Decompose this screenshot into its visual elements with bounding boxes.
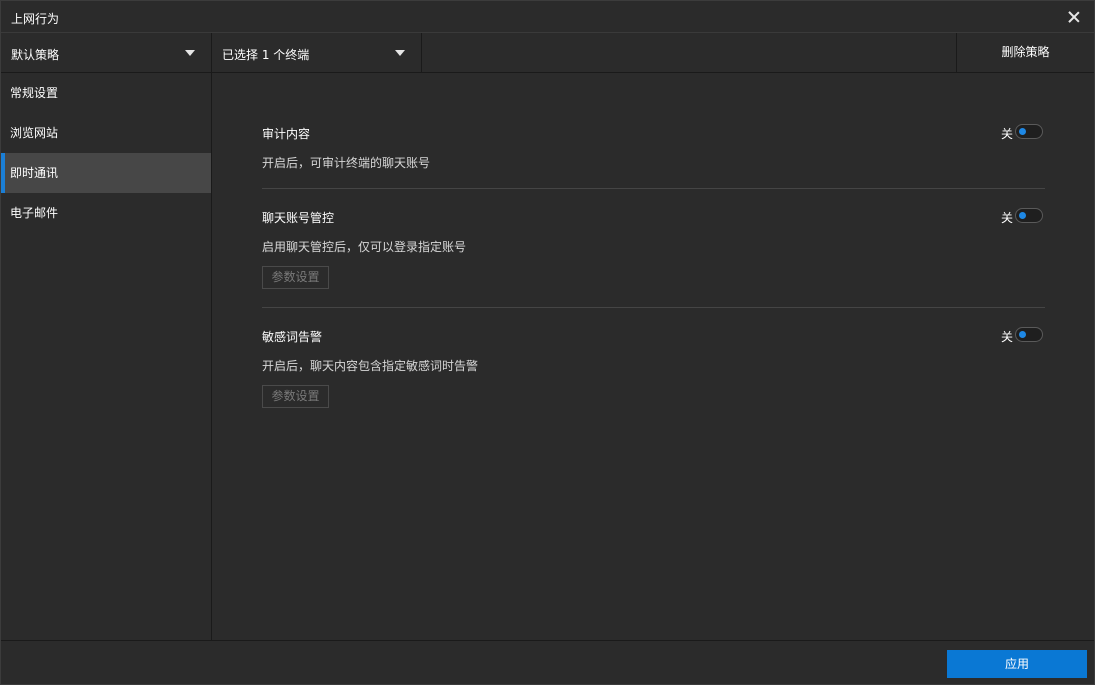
divider	[262, 307, 1045, 308]
chevron-down-icon	[395, 50, 405, 56]
section-description: 启用聊天管控后，仅可以登录指定账号	[262, 240, 467, 254]
section-description: 开启后，可审计终端的聊天账号	[262, 156, 431, 170]
audit-content-toggle[interactable]	[1015, 124, 1043, 139]
close-icon[interactable]	[1066, 9, 1082, 25]
chat-account-control-toggle[interactable]	[1015, 208, 1043, 223]
window-title: 上网行为	[11, 12, 60, 26]
sidebar-item-web-browsing[interactable]: 浏览网站	[1, 113, 211, 153]
section-description: 开启后，聊天内容包含指定敏感词时告警	[262, 359, 479, 373]
section-title: 聊天账号管控	[262, 211, 335, 225]
policy-dropdown-label: 默认策略	[11, 48, 60, 62]
terminal-dropdown[interactable]: 已选择 1 个终端	[212, 33, 422, 72]
toggle-state-label: 关	[1000, 211, 1013, 225]
divider	[262, 188, 1045, 189]
apply-button[interactable]: 应用	[947, 650, 1087, 678]
chevron-down-icon	[185, 50, 195, 56]
sidebar-item-general[interactable]: 常规设置	[1, 73, 211, 113]
sensitive-word-params-button[interactable]: 参数设置	[262, 385, 329, 408]
section-title: 审计内容	[262, 127, 311, 141]
toggle-state-label: 关	[1000, 330, 1013, 344]
sensitive-word-alert-toggle[interactable]	[1015, 327, 1043, 342]
section-sensitive-word-alert: 敏感词告警 关 开启后，聊天内容包含指定敏感词时告警 参数设置	[262, 327, 1045, 418]
section-audit-content: 审计内容 关 开启后，可审计终端的聊天账号	[262, 124, 1045, 185]
toggle-knob	[1019, 331, 1026, 338]
policy-dropdown[interactable]: 默认策略	[1, 33, 212, 72]
toggle-state-label: 关	[1000, 127, 1013, 141]
chat-account-params-button[interactable]: 参数设置	[262, 266, 329, 289]
delete-policy-button[interactable]: 删除策略	[956, 33, 1094, 72]
section-title: 敏感词告警	[262, 330, 323, 344]
app-window: 上网行为 默认策略 已选择 1 个终端 删除策略 常规设置 浏览网站 即时通讯 …	[0, 0, 1095, 685]
sidebar-item-email[interactable]: 电子邮件	[1, 193, 211, 233]
title-bar: 上网行为	[1, 1, 1094, 33]
footer: 应用	[1, 640, 1094, 684]
toggle-knob	[1019, 128, 1026, 135]
sidebar: 常规设置 浏览网站 即时通讯 电子邮件	[1, 73, 212, 640]
sidebar-item-instant-messaging[interactable]: 即时通讯	[1, 153, 211, 193]
toolbar: 默认策略 已选择 1 个终端 删除策略	[1, 33, 1094, 73]
section-chat-account-control: 聊天账号管控 关 启用聊天管控后，仅可以登录指定账号 参数设置	[262, 208, 1045, 299]
toggle-knob	[1019, 212, 1026, 219]
terminal-dropdown-label: 已选择 1 个终端	[222, 48, 310, 62]
main-content: 审计内容 关 开启后，可审计终端的聊天账号 聊天账号管控 关 启用聊天管控后，仅…	[212, 73, 1094, 640]
